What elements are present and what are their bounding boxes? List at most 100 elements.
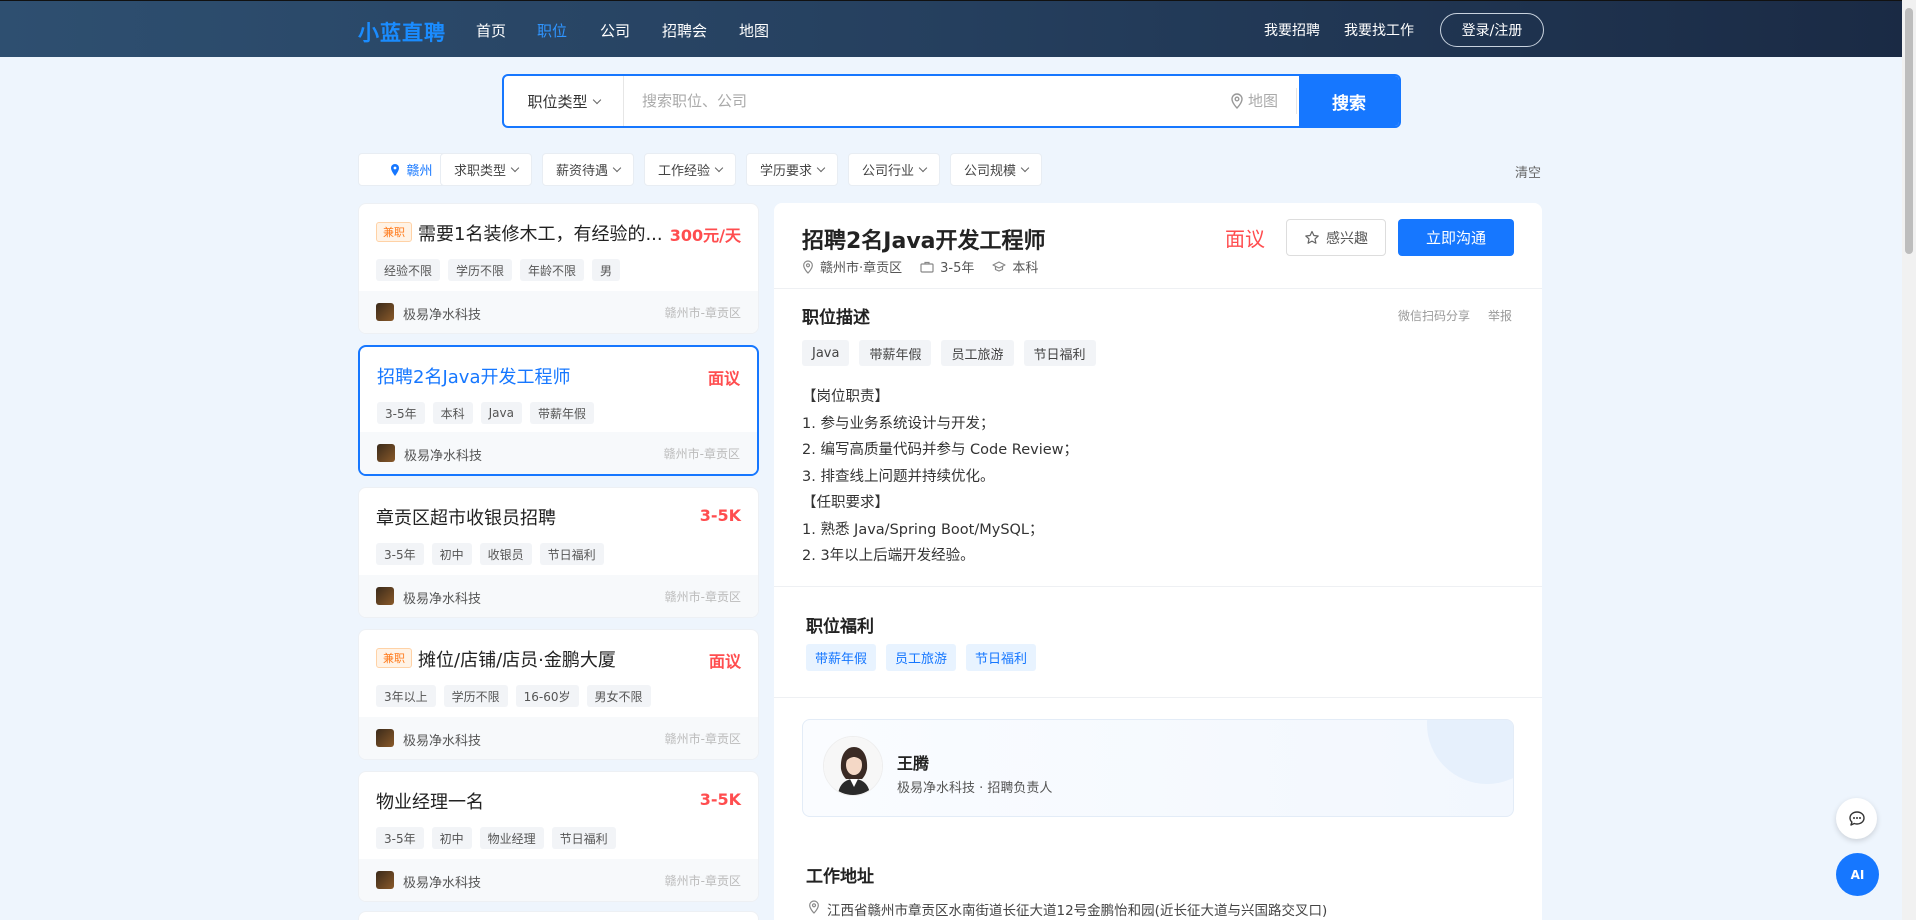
location-pin-icon xyxy=(809,900,819,914)
job-tag: 男 xyxy=(592,259,621,281)
chevron-down-icon xyxy=(592,95,601,104)
job-type-dropdown[interactable]: 职位类型 xyxy=(504,76,624,126)
part-time-badge: 兼职 xyxy=(376,222,412,242)
filter-label: 公司规模 xyxy=(963,164,1016,179)
filter-company-size[interactable]: 公司规模 xyxy=(950,153,1042,186)
filter-industry[interactable]: 公司行业 xyxy=(848,153,940,186)
nav-jobs[interactable]: 职位 xyxy=(537,20,567,41)
nav-home[interactable]: 首页 xyxy=(476,20,506,41)
chevron-down-icon xyxy=(714,163,724,173)
scrollbar-thumb[interactable] xyxy=(1905,8,1913,254)
job-card[interactable]: 章贡区超市收银员招聘 3-5K 3-5年 初中 收银员 节日福利 极易净水科技 … xyxy=(358,487,759,618)
job-card[interactable]: 物业经理一名 3-5K 3-5年 初中 物业经理 节日福利 极易净水科技 赣州市… xyxy=(358,771,759,902)
company-logo xyxy=(376,729,394,747)
company-name: 极易净水科技 xyxy=(404,449,483,464)
meta-location: 赣州市·章贡区 xyxy=(802,257,902,276)
nav-companies[interactable]: 公司 xyxy=(600,20,630,41)
link-find-job[interactable]: 我要找工作 xyxy=(1344,20,1414,40)
welfare-tag: 员工旅游 xyxy=(886,644,957,671)
nav-map[interactable]: 地图 xyxy=(739,20,769,41)
job-card-partial[interactable] xyxy=(358,911,759,920)
link-recruit[interactable]: 我要招聘 xyxy=(1264,20,1320,40)
job-tag: 初中 xyxy=(431,827,472,849)
chat-bubble-icon xyxy=(1848,810,1865,826)
search-bar: 职位类型 地图 搜索 xyxy=(502,74,1401,128)
search-input[interactable] xyxy=(642,90,1202,112)
recruiter-role: 招聘负责人 xyxy=(987,781,1053,796)
chevron-down-icon xyxy=(612,163,622,173)
interest-label: 感兴趣 xyxy=(1326,230,1368,247)
wechat-share-link[interactable]: 微信扫码分享 xyxy=(1398,307,1470,324)
company-logo xyxy=(376,587,394,605)
search-button[interactable]: 搜索 xyxy=(1299,76,1399,126)
job-card-selected[interactable]: 招聘2名Java开发工程师 面议 3-5年 本科 Java 带薪年假 极易净水科… xyxy=(358,345,759,476)
job-location: 赣州市-章贡区 xyxy=(664,732,741,746)
job-location: 赣州市-章贡区 xyxy=(663,447,740,461)
job-title: 摊位/店铺/店员·金鹏大厦 xyxy=(418,650,616,671)
job-salary: 3-5K xyxy=(699,506,741,525)
interest-button[interactable]: 感兴趣 xyxy=(1286,219,1386,256)
clear-filters-link[interactable]: 清空 xyxy=(1515,162,1541,181)
company-name: 极易净水科技 xyxy=(403,308,482,323)
section-title-description: 职位描述 xyxy=(802,308,870,328)
job-tag: Java xyxy=(480,402,522,424)
job-tags: 3-5年 初中 收银员 节日福利 xyxy=(376,543,604,565)
ai-assistant-button[interactable]: AI xyxy=(1836,853,1879,896)
job-tag: 学历不限 xyxy=(448,259,513,281)
job-card-footer: 极易净水科技 赣州市-章贡区 xyxy=(360,432,757,474)
job-tag: 3年以上 xyxy=(376,685,436,707)
divider xyxy=(774,586,1542,587)
map-search-link[interactable]: 地图 xyxy=(1230,90,1278,111)
job-type-label: 职位类型 xyxy=(527,92,588,111)
job-tag: 3-5年 xyxy=(377,402,425,424)
job-title: 需要1名装修木工，有经验的... xyxy=(418,224,663,245)
job-salary: 300元/天 xyxy=(669,226,741,245)
separator xyxy=(1296,88,1297,114)
job-salary: 3-5K xyxy=(699,790,741,809)
filter-salary[interactable]: 薪资待遇 xyxy=(542,153,634,186)
part-time-badge: 兼职 xyxy=(376,648,412,668)
floating-chat-button[interactable] xyxy=(1836,798,1877,839)
desc-line: 【任职要求】 xyxy=(802,495,889,511)
welfare-tag: 节日福利 xyxy=(966,644,1037,671)
filter-job-type[interactable]: 求职类型 xyxy=(440,153,532,186)
detail-meta: 赣州市·章贡区 3-5年 本科 xyxy=(802,257,1038,276)
job-card[interactable]: 兼职 需要1名装修木工，有经验的... 300元/天 经验不限 学历不限 年龄不… xyxy=(358,203,759,334)
recruiter-card[interactable]: 王腾 极易净水科技 · 招聘负责人 xyxy=(802,719,1514,817)
meta-location-text: 赣州市·章贡区 xyxy=(820,261,903,276)
company-name: 极易净水科技 xyxy=(403,592,482,607)
filter-label: 薪资待遇 xyxy=(555,164,608,179)
chevron-down-icon xyxy=(1020,163,1030,173)
job-tag: 年龄不限 xyxy=(520,259,585,281)
company-logo xyxy=(376,871,394,889)
detail-salary: 面议 xyxy=(1225,227,1265,251)
meta-experience: 3-5年 xyxy=(920,257,974,276)
report-link[interactable]: 举报 xyxy=(1488,307,1512,324)
company-logo xyxy=(376,303,394,321)
job-description: 【岗位职责】 1. 参与业务系统设计与开发； 2. 编写高质量代码并参与 Cod… xyxy=(802,384,1078,570)
site-logo[interactable]: 小蓝直聘 xyxy=(358,17,446,47)
job-tags: 3-5年 本科 Java 带薪年假 xyxy=(377,402,594,424)
graduation-cap-icon xyxy=(992,260,1006,272)
job-card-footer: 极易净水科技 赣州市-章贡区 xyxy=(359,717,758,759)
desc-line: 【岗位职责】 xyxy=(802,389,889,405)
job-title: 招聘2名Java开发工程师 xyxy=(377,367,571,388)
nav-job-fair[interactable]: 招聘会 xyxy=(662,20,707,41)
filter-experience[interactable]: 工作经验 xyxy=(644,153,736,186)
job-tag: 16-60岁 xyxy=(515,685,579,707)
login-register-button[interactable]: 登录/注册 xyxy=(1440,13,1544,47)
chat-now-button[interactable]: 立即沟通 xyxy=(1398,219,1514,256)
job-tags: 3-5年 初中 物业经理 节日福利 xyxy=(376,827,616,849)
job-tags: 经验不限 学历不限 年龄不限 男 xyxy=(376,259,621,281)
filter-education[interactable]: 学历要求 xyxy=(746,153,838,186)
desc-line: 1. 熟悉 Java/Spring Boot/MySQL； xyxy=(802,521,1044,538)
job-card-footer: 极易净水科技 赣州市-章贡区 xyxy=(359,859,758,901)
job-card[interactable]: 兼职 摊位/店铺/店员·金鹏大厦 面议 3年以上 学历不限 16-60岁 男女不… xyxy=(358,629,759,760)
welfare-tag: 带薪年假 xyxy=(806,644,877,671)
location-pin-icon xyxy=(1231,92,1243,109)
job-tag: 本科 xyxy=(432,402,473,424)
job-tag: 3-5年 xyxy=(376,827,424,849)
decorative-circle xyxy=(1427,720,1513,784)
detail-tag: 节日福利 xyxy=(1023,340,1096,366)
meta-education-text: 本科 xyxy=(1012,261,1039,276)
